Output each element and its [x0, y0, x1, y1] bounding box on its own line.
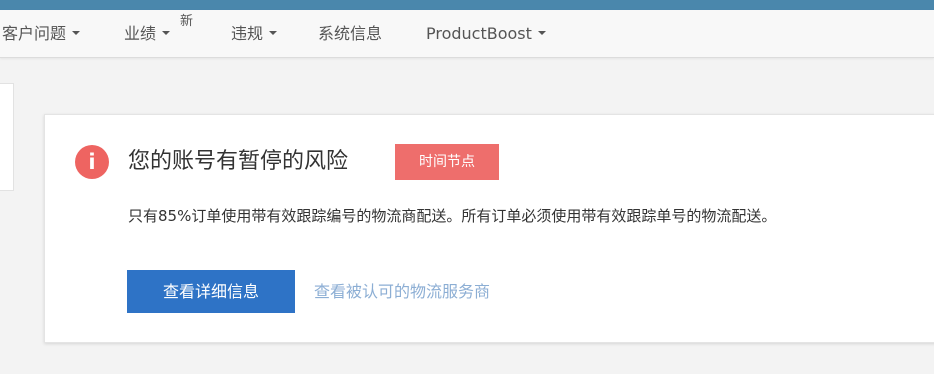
- nav-item-label: 违规: [231, 24, 264, 43]
- nav-item-label: 系统信息: [318, 24, 383, 43]
- top-accent-bar: [0, 0, 934, 10]
- top-navbar: 客户问题 业绩 新 违规 系统信息 ProductBoost: [0, 10, 934, 58]
- nav-item-performance[interactable]: 业绩 新: [124, 10, 193, 58]
- caret-down-icon: [72, 30, 81, 35]
- caret-down-icon: [537, 30, 546, 35]
- nav-item-productboost[interactable]: ProductBoost: [426, 10, 546, 58]
- nav-item-label: 客户问题: [2, 24, 67, 43]
- new-badge: 新: [180, 14, 194, 29]
- caret-down-icon: [269, 30, 278, 35]
- nav-item-customer-issues[interactable]: 客户问题: [2, 10, 81, 58]
- alert-description: 只有85%订单使用带有效跟踪编号的物流商配送。所有订单必须使用带有效跟踪单号的物…: [128, 207, 777, 225]
- nav-item-label: 业绩: [124, 24, 157, 43]
- view-details-button[interactable]: 查看详细信息: [127, 270, 295, 313]
- nav-item-label: ProductBoost: [426, 24, 532, 43]
- approved-carriers-link[interactable]: 查看被认可的物流服务商: [314, 270, 490, 313]
- left-side-panel: [0, 83, 14, 191]
- info-icon: i: [75, 145, 109, 179]
- timeline-tag[interactable]: 时间节点: [395, 144, 499, 180]
- alert-title: 您的账号有暂停的风险: [128, 149, 349, 174]
- nav-item-system-info[interactable]: 系统信息: [318, 10, 382, 58]
- account-suspension-alert-card: i 您的账号有暂停的风险 时间节点 只有85%订单使用带有效跟踪编号的物流商配送…: [44, 114, 934, 343]
- caret-down-icon: [162, 30, 171, 35]
- nav-item-violations[interactable]: 违规: [231, 10, 278, 58]
